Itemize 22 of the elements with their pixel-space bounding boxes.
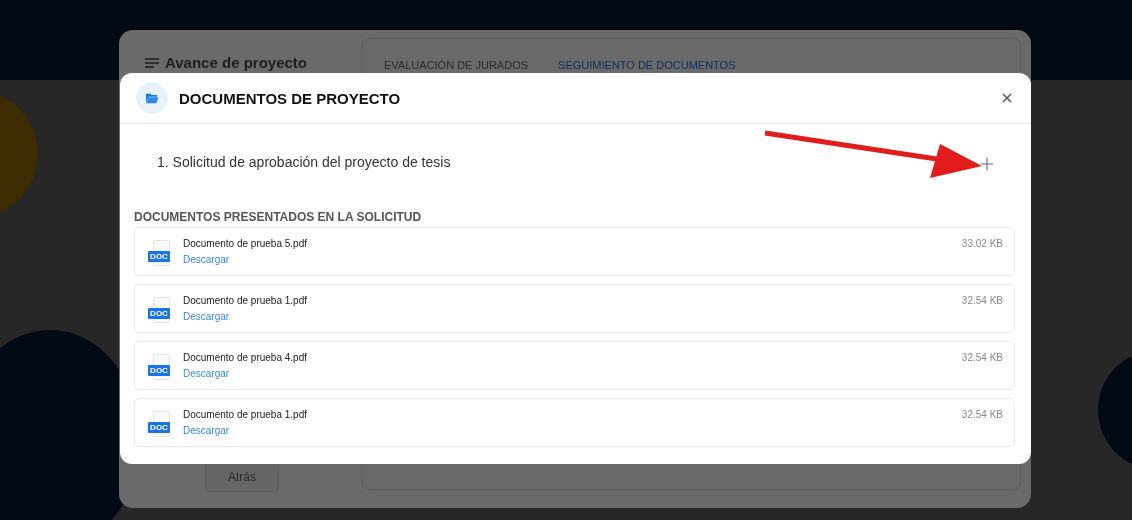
file-name: Documento de prueba 1.pdf [183,409,308,420]
section-heading: DOCUMENTOS PRESENTADOS EN LA SOLICITUD [134,210,423,224]
file-name: Documento de prueba 1.pdf [183,295,308,306]
file-name: Documento de prueba 5.pdf [183,238,308,249]
download-link[interactable]: Descargar [183,368,230,379]
file-name: Documento de prueba 4.pdf [183,352,308,363]
file-size: 32.54 KB [961,409,1003,420]
tab[interactable]: EVALUACIÓN DE JURADOS [384,59,529,71]
request-title: 1. Solicitud de aprobación del proyecto de tesis [157,154,451,170]
download-link[interactable]: Descargar [183,425,230,436]
menu-icon[interactable] [145,57,159,68]
file-size: 33.02 KB [961,238,1003,249]
sidebar-title: Avance de proyecto [165,54,307,71]
file-size: 32.54 KB [961,295,1003,306]
dialog-title: DOCUMENTOS DE PROYECTO [179,89,402,107]
download-link[interactable]: Descargar [183,311,230,322]
file-size: 32.54 KB [961,352,1003,363]
tab[interactable]: SEGUIMIENTO DE DOCUMENTOS [558,59,736,71]
folder-icon [136,82,168,114]
back-button[interactable]: Atrás [205,462,279,492]
add-icon[interactable] [979,155,995,172]
download-link[interactable]: Descargar [183,254,230,265]
